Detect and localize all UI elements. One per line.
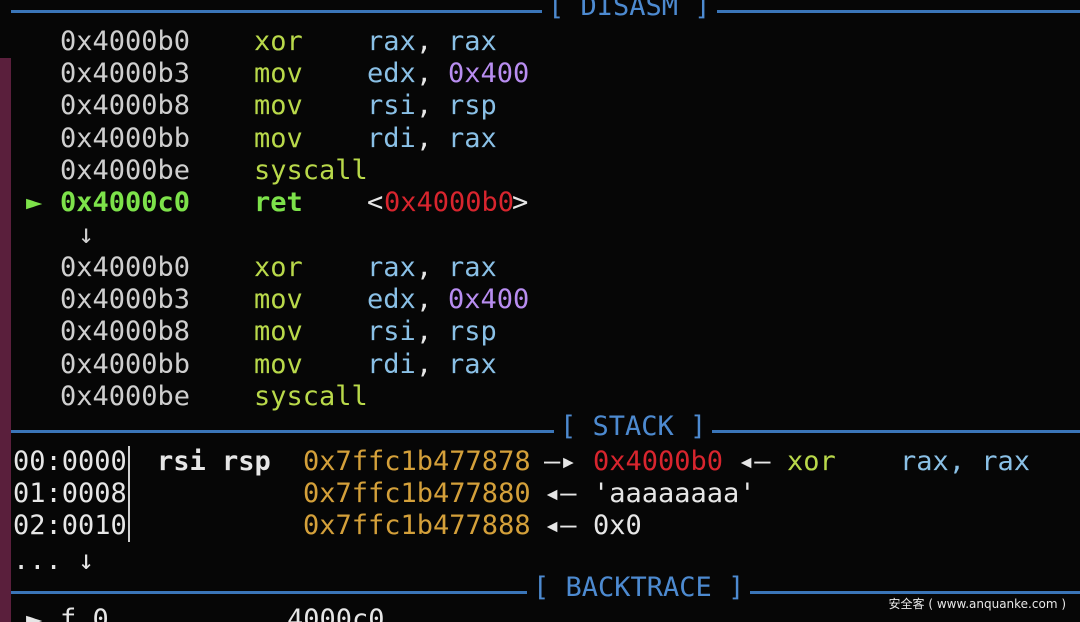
stack-divider xyxy=(128,446,130,478)
contains-arrow-icon: ◂— xyxy=(738,446,771,477)
operand-comma: , xyxy=(416,284,433,316)
instruction-mnemonic: mov xyxy=(254,122,303,154)
instruction-mnemonic: syscall xyxy=(254,154,368,186)
disasm-row[interactable]: 0x4000b0 xor rax, rax xyxy=(0,252,1080,284)
instruction-mnemonic: mov xyxy=(254,58,303,90)
operand-first: rsi xyxy=(367,90,416,122)
ret-target-address: 0x4000b0 xyxy=(384,187,515,218)
target-close-bracket: > xyxy=(512,187,529,218)
instruction-address: 0x4000b0 xyxy=(60,252,191,283)
instruction-address: 0x4000bb xyxy=(60,348,191,380)
instruction-mnemonic: xor xyxy=(254,26,303,57)
disasm-row[interactable]: 0x4000b3 mov edx, 0x400 xyxy=(0,284,1080,316)
stack-divider xyxy=(128,478,130,510)
watermark: 安全客 ( www.anquanke.com ) xyxy=(888,597,1066,611)
operand-first: rax xyxy=(367,252,416,283)
instruction-address: 0x4000b3 xyxy=(60,58,191,90)
disasm-separator: [ DISASM ] xyxy=(11,0,1080,26)
stack-separator: [ STACK ] xyxy=(11,412,1080,446)
stack-row[interactable]: 02:0010 0x7ffc1b477888 ◂— 0x0 xyxy=(0,510,1080,542)
disasm-row[interactable]: 0x4000bb mov rdi, rax xyxy=(0,349,1080,381)
operand-first: rax xyxy=(367,26,416,57)
disasm-title: [ DISASM ] xyxy=(542,0,717,22)
operand-first: rdi xyxy=(367,122,416,154)
target-open-bracket: < xyxy=(367,187,384,218)
operand-second: rax xyxy=(448,348,497,380)
stack-divider xyxy=(128,510,130,542)
contains-arrow-icon: ◂— xyxy=(544,478,577,509)
stack-row[interactable]: 01:0008 0x7ffc1b477880 ◂— 'aaaaaaaa' xyxy=(0,478,1080,510)
stack-value: 0x4000b0 xyxy=(593,446,724,477)
instruction-address: 0x4000b3 xyxy=(60,284,191,316)
current-pointer-icon: ► xyxy=(26,187,43,218)
instruction-address: 0x4000bb xyxy=(60,122,191,154)
current-address: 0x4000c0 xyxy=(60,187,191,218)
stack-address: 0x7ffc1b477878 xyxy=(303,446,531,477)
operand-second: rsp xyxy=(448,90,497,122)
backtrace-title: [ BACKTRACE ] xyxy=(527,573,751,603)
stack-value: 'aaaaaaaa' xyxy=(593,478,756,509)
stack-address: 0x7ffc1b477880 xyxy=(303,478,531,509)
terminal-window[interactable]: [ DISASM ] 0x4000b0 xor rax, rax 0x4000b3 mov… xyxy=(0,0,1080,622)
operand-second: 0x400 xyxy=(448,284,530,316)
instruction-mnemonic: mov xyxy=(254,284,303,316)
operand-comma: , xyxy=(416,90,433,122)
instruction-mnemonic: mov xyxy=(254,316,303,348)
stack-instruction-mnemonic: xor xyxy=(787,446,836,477)
operand-comma: , xyxy=(416,26,433,57)
operand-comma: , xyxy=(416,316,433,348)
operand-first: rsi xyxy=(367,316,416,348)
instruction-address: 0x4000be xyxy=(60,380,191,412)
points-to-arrow-icon: —▸ xyxy=(544,446,577,477)
operand-comma: , xyxy=(416,348,433,380)
current-instruction-row[interactable]: ► 0x4000c0 ret < 0x4000b0 > xyxy=(0,187,1080,219)
operand-second: rsp xyxy=(448,316,497,348)
disasm-row[interactable]: 0x4000b0 xor rax, rax xyxy=(0,26,1080,58)
operand-first: rdi xyxy=(367,348,416,380)
disasm-row[interactable]: 0x4000b8 mov rsi, rsp xyxy=(0,90,1080,122)
operand-comma: , xyxy=(416,58,433,90)
instruction-address: 0x4000be xyxy=(60,154,191,186)
operand-comma: , xyxy=(416,252,433,283)
stack-ellipsis: ... ↓ xyxy=(13,545,95,576)
stack-title: [ STACK ] xyxy=(554,412,713,442)
current-mnemonic: ret xyxy=(254,187,303,218)
instruction-mnemonic: mov xyxy=(254,90,303,122)
frame-label: f 0 xyxy=(60,604,109,622)
operand-second: rax xyxy=(448,122,497,154)
disasm-row[interactable]: 0x4000b8 mov rsi, rsp xyxy=(0,316,1080,348)
operand-second: rax xyxy=(448,252,497,283)
jump-down-arrow-icon: ↓ xyxy=(78,219,95,250)
stack-index: 02:0010 xyxy=(13,510,127,541)
operand-comma: , xyxy=(416,122,433,154)
instruction-address: 0x4000b0 xyxy=(60,26,191,57)
instruction-mnemonic: syscall xyxy=(254,380,368,412)
instruction-mnemonic: xor xyxy=(254,252,303,283)
contains-arrow-icon: ◂— xyxy=(544,510,577,541)
stack-value: 0x0 xyxy=(593,510,642,541)
operand-first: edx xyxy=(367,284,416,316)
instruction-mnemonic: mov xyxy=(254,348,303,380)
stack-address: 0x7ffc1b477888 xyxy=(303,510,531,541)
disasm-row[interactable]: 0x4000bb mov rdi, rax xyxy=(0,123,1080,155)
disasm-row[interactable]: 0x4000be syscall xyxy=(0,155,1080,187)
stack-row[interactable]: 00:0000 rsi rsp 0x7ffc1b477878 —▸ 0x4000b0 ◂—… xyxy=(0,446,1080,478)
operand-second: rax xyxy=(448,26,497,57)
operand-second: 0x400 xyxy=(448,58,530,90)
instruction-address: 0x4000b8 xyxy=(60,316,191,348)
stack-index: 00:0000 xyxy=(13,446,127,477)
frame-address: 4000c0 xyxy=(287,604,385,622)
stack-instruction-operands: rax, rax xyxy=(900,446,1031,477)
disasm-row[interactable]: 0x4000be syscall xyxy=(0,381,1080,413)
stack-registers: rsi rsp xyxy=(157,446,271,477)
stack-index: 01:0008 xyxy=(13,478,127,509)
instruction-address: 0x4000b8 xyxy=(60,90,191,122)
operand-first: edx xyxy=(367,58,416,90)
disasm-row[interactable]: 0x4000b3 mov edx, 0x400 xyxy=(0,58,1080,90)
frame-pointer-icon: ► xyxy=(26,604,43,622)
